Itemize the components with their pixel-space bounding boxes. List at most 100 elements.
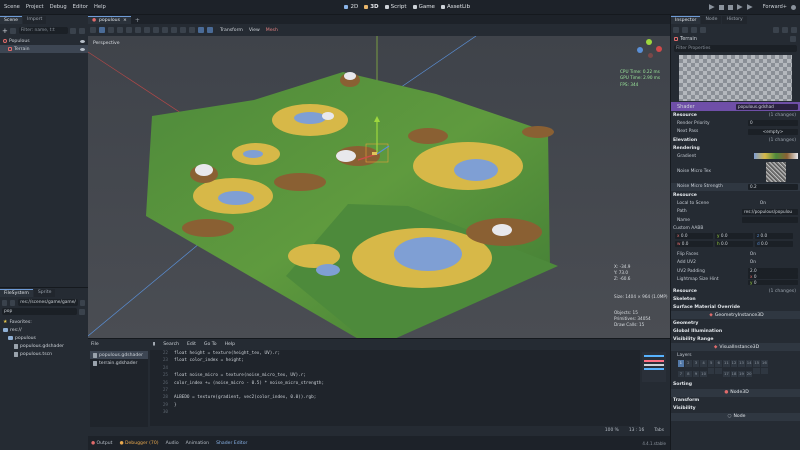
layer-toggle[interactable]: 20 <box>745 370 753 378</box>
editor-menu-search[interactable]: Search <box>163 342 179 347</box>
gizmo-y-dot[interactable] <box>646 39 652 45</box>
layer-toggle[interactable] <box>707 367 715 375</box>
tab-inspector[interactable]: Inspector <box>671 16 701 24</box>
property-filter-input[interactable]: Filter Properties <box>674 45 797 52</box>
layer-toggle[interactable]: 5 <box>707 360 715 367</box>
render-priority-spin[interactable]: 0 <box>748 120 798 127</box>
mesh-menu[interactable]: Mesh <box>266 28 278 33</box>
indent-mode[interactable]: Tabs <box>654 428 664 436</box>
grid-toggle-icon[interactable] <box>207 27 213 33</box>
tree-node-populous[interactable]: Populous <box>0 37 88 45</box>
tab-node[interactable]: Node <box>701 16 722 24</box>
select-tool-icon[interactable] <box>90 27 96 33</box>
path-input[interactable]: res://populous/populou <box>742 208 798 215</box>
gizmo-negx-dot[interactable] <box>648 53 653 58</box>
editor-menu-goto[interactable]: Go To <box>204 342 217 347</box>
scene-menu-icon[interactable] <box>79 27 85 34</box>
fs-res-root[interactable]: res:// <box>0 326 88 334</box>
preview-toggle-icon[interactable] <box>198 27 204 33</box>
section-resource[interactable]: Resource (1 changes) <box>671 111 800 119</box>
section-skeleton[interactable]: Skeleton <box>671 295 800 303</box>
object-menu-icon[interactable] <box>790 36 796 42</box>
layer-toggle[interactable]: 11 <box>723 360 730 367</box>
stop-icon[interactable] <box>727 4 733 10</box>
history-forward-icon[interactable] <box>782 26 788 33</box>
scene-tab-populous[interactable]: ● populous × <box>88 16 131 24</box>
tab-import[interactable]: Import <box>23 16 47 24</box>
workspace-2d[interactable]: 2D <box>344 4 358 10</box>
section-global-illumination[interactable]: Global Illumination <box>671 327 800 335</box>
sun-preview-icon[interactable] <box>180 27 186 33</box>
name-input[interactable] <box>742 217 798 224</box>
visibility-eye-icon[interactable] <box>80 47 85 51</box>
layer-toggle[interactable] <box>715 367 723 375</box>
layer-toggle[interactable] <box>761 367 768 375</box>
layer-toggle[interactable] <box>753 367 761 375</box>
lightmap-y[interactable]: y 0 <box>748 280 798 286</box>
new-resource-icon[interactable] <box>673 26 679 33</box>
editor-menu-file[interactable]: File <box>91 342 99 347</box>
workspace-assetlib[interactable]: AssetLib <box>440 4 470 10</box>
aabb-x[interactable]: x 0.0 <box>675 233 713 239</box>
transform-menu[interactable]: Transform <box>220 28 243 33</box>
add-scene-tab-icon[interactable]: + <box>135 17 140 24</box>
close-icon[interactable]: × <box>123 18 127 23</box>
tab-scene[interactable]: Scene <box>0 16 23 24</box>
history-back-icon[interactable] <box>773 26 779 33</box>
menu-debug[interactable]: Debug <box>50 4 67 10</box>
layer-toggle[interactable]: 3 <box>692 360 700 367</box>
section-rendering[interactable]: Rendering <box>671 144 800 152</box>
list-select-icon[interactable] <box>126 27 132 33</box>
extra-options-icon[interactable] <box>700 26 706 33</box>
next-pass-picker[interactable]: <empty> <box>748 128 798 135</box>
scene-filter-input[interactable]: Filter: name, t:t <box>18 27 68 34</box>
code-minimap[interactable] <box>642 352 666 382</box>
menu-help[interactable]: Help <box>94 4 106 10</box>
layer-toggle[interactable]: 7 <box>677 370 685 378</box>
section-sorting[interactable]: Sorting <box>671 381 800 389</box>
local-space-icon[interactable] <box>162 27 168 33</box>
layer-toggle[interactable]: 19 <box>738 370 745 378</box>
layer-toggle[interactable]: 6 <box>715 360 723 367</box>
aabb-h[interactable]: h 0.0 <box>715 241 753 247</box>
snap-icon[interactable] <box>171 27 177 33</box>
tab-animation[interactable]: Animation <box>186 441 209 446</box>
editor-menu-edit[interactable]: Edit <box>187 342 196 347</box>
shader-resource-picker[interactable]: populous.gdshad <box>736 103 798 110</box>
layer-toggle[interactable]: 1 <box>677 360 685 367</box>
gizmo-x-dot[interactable] <box>656 46 662 52</box>
play-scene-icon[interactable] <box>736 4 743 10</box>
menu-editor[interactable]: Editor <box>73 4 88 10</box>
shader-file-populous[interactable]: populous.gdshader <box>90 351 148 359</box>
filesystem-search-input[interactable]: pop <box>2 308 77 315</box>
fs-favorites[interactable]: ★ Favorites: <box>0 318 88 326</box>
play-icon[interactable] <box>708 4 715 10</box>
tree-node-terrain[interactable]: Terrain <box>0 45 88 53</box>
aabb-y[interactable]: y 0.0 <box>715 233 753 239</box>
section-resource-3[interactable]: Resource (1 changes) <box>671 287 800 295</box>
tab-filesystem[interactable]: FileSystem <box>0 289 33 297</box>
aabb-w[interactable]: w 0.0 <box>675 241 713 247</box>
open-resource-icon[interactable] <box>682 26 688 33</box>
gizmo-z-dot[interactable] <box>637 47 643 53</box>
tab-shader-editor[interactable]: Shader Editor <box>216 441 247 446</box>
noise-strength-slider[interactable]: 0.2 <box>748 183 798 190</box>
add-node-icon[interactable]: + <box>2 27 8 35</box>
section-elevation[interactable]: Elevation (1 changes) <box>671 136 800 144</box>
layer-toggle[interactable]: 2 <box>685 360 692 367</box>
pause-icon[interactable] <box>718 4 724 10</box>
aabb-d[interactable]: d 0.0 <box>755 241 793 247</box>
section-resource-2[interactable]: Resource <box>671 191 800 199</box>
3d-viewport[interactable]: Perspective CPU Time: 0.22 ms GPU Time: … <box>88 36 670 338</box>
save-resource-icon[interactable] <box>691 26 697 33</box>
perspective-label[interactable]: Perspective <box>93 41 120 46</box>
layer-toggle[interactable]: 17 <box>723 370 730 378</box>
sort-icon[interactable] <box>79 308 85 315</box>
tab-history[interactable]: History <box>722 16 747 24</box>
tab-sprite[interactable]: Sprite <box>33 289 56 297</box>
section-visibility[interactable]: Visibility <box>671 405 800 413</box>
code-area[interactable]: 22 float height = texture(height_tex, UV)… <box>150 350 640 426</box>
environment-preview-icon[interactable] <box>189 27 195 33</box>
link-icon[interactable] <box>9 27 16 34</box>
inspected-object[interactable]: Terrain <box>671 35 800 43</box>
